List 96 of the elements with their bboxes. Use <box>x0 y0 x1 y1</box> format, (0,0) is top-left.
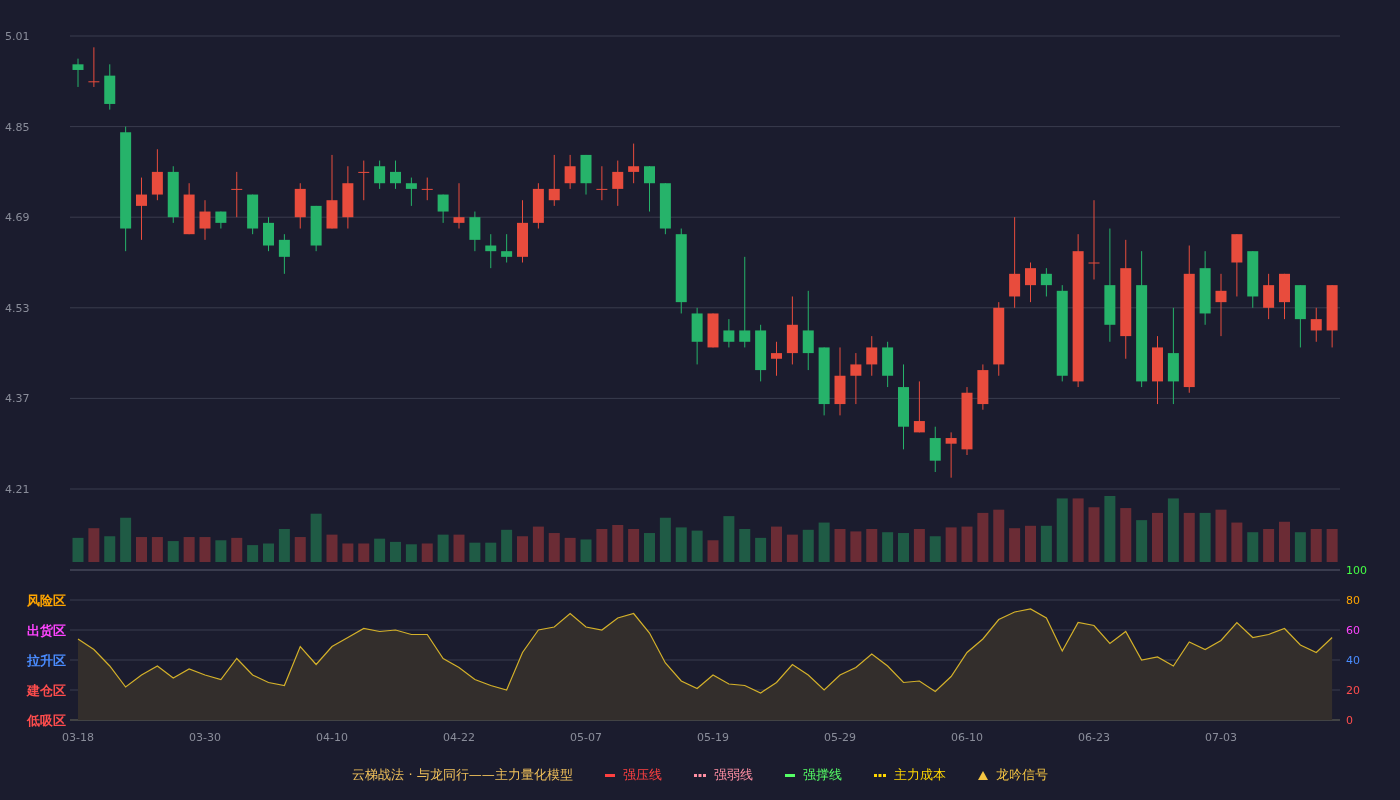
candlestick <box>913 380 925 433</box>
zone-label: 风险区 <box>26 593 66 608</box>
candlestick <box>786 296 798 365</box>
candlestick <box>580 154 592 196</box>
legend-label: 强压线 <box>622 766 662 785</box>
candlestick <box>532 182 544 229</box>
date-label: 06-10 <box>951 731 983 744</box>
axis-label: 80 <box>1346 594 1360 607</box>
axis-label: 4.69 <box>5 211 30 225</box>
candlestick <box>818 346 830 416</box>
date-label: 04-22 <box>443 731 475 744</box>
date-label: 05-07 <box>570 731 602 744</box>
candlestick <box>1025 262 1036 303</box>
candlestick <box>151 148 163 201</box>
axis-label: 4.53 <box>5 301 30 315</box>
candlestick <box>961 386 973 456</box>
candlestick <box>1040 267 1052 297</box>
candlestick <box>1294 284 1306 348</box>
candlestick <box>612 160 624 207</box>
candlestick <box>263 216 274 252</box>
candlestick <box>501 233 513 263</box>
candlestick <box>517 199 528 263</box>
candlestick <box>278 233 290 275</box>
candlestick <box>866 335 878 377</box>
candlestick <box>1279 273 1290 320</box>
candlestick <box>723 318 735 348</box>
candlestick <box>548 154 560 207</box>
candlestick <box>755 324 767 382</box>
candlestick <box>421 177 433 201</box>
legend-label: 强弱线 <box>713 766 753 785</box>
date-label: 03-30 <box>189 731 221 744</box>
candlestick <box>136 177 147 241</box>
candlestick <box>247 194 259 235</box>
candlestick <box>1247 250 1259 309</box>
candlestick <box>1310 307 1322 343</box>
candlestick <box>596 165 608 201</box>
axis-label: 4.37 <box>5 392 30 406</box>
candlestick <box>199 199 211 241</box>
candlestick <box>374 160 386 190</box>
candlestick <box>358 160 370 201</box>
date-label: 07-03 <box>1205 731 1237 744</box>
zone-label: 建仓区 <box>26 683 66 698</box>
candlestick <box>707 312 719 348</box>
legend-label: 强撑线 <box>802 766 842 785</box>
legend-label: 主力成本 <box>893 766 946 785</box>
candlestick <box>231 171 243 218</box>
candlestick <box>929 426 941 473</box>
candlestick <box>437 194 449 224</box>
candlestick <box>167 165 179 224</box>
candlestick <box>644 165 655 213</box>
zone-label: 拉升区 <box>26 653 66 668</box>
axis-label: 100 <box>1346 564 1367 577</box>
legend-title: 云梯战法 · 与龙同行——主力量化模型 <box>352 766 573 785</box>
candlestick <box>72 58 84 88</box>
date-label: 04-10 <box>316 731 348 744</box>
candlestick <box>771 341 782 377</box>
candlestick <box>310 205 322 252</box>
axis-label: 5.01 <box>5 30 30 43</box>
candlestick <box>945 431 957 479</box>
candlestick <box>453 182 465 229</box>
candlestick <box>977 363 989 411</box>
axis-label: 60 <box>1346 624 1360 637</box>
candlestick <box>1263 273 1275 320</box>
candlestick <box>564 154 576 190</box>
candlestick <box>485 233 497 269</box>
candlestick <box>1152 335 1163 405</box>
candlestick <box>390 160 401 190</box>
axis-label: 40 <box>1346 654 1360 667</box>
candlestick <box>88 46 100 88</box>
candlestick <box>405 177 417 207</box>
candlestick <box>659 182 671 235</box>
zone-label: 出货区 <box>26 623 66 638</box>
axis-label: 20 <box>1346 684 1360 697</box>
candlestick <box>691 307 703 365</box>
axis-label: 0 <box>1346 714 1353 727</box>
date-label: 03-18 <box>62 731 94 744</box>
candlestick <box>183 182 195 235</box>
zone-label: 低吸区 <box>26 713 66 728</box>
candlestick <box>1231 233 1243 297</box>
candlestick <box>104 63 116 111</box>
date-label: 06-23 <box>1078 731 1110 744</box>
candlestick <box>628 143 640 184</box>
axis-label: 4.21 <box>5 483 30 494</box>
candlestick <box>1215 273 1227 337</box>
date-label: 05-19 <box>697 731 729 744</box>
candlestick <box>342 165 354 229</box>
candlestick <box>1326 284 1338 348</box>
candlestick <box>882 341 894 388</box>
candlestick <box>834 346 846 416</box>
candlestick <box>215 211 227 229</box>
candlestick <box>469 211 481 252</box>
candlestick <box>850 352 862 405</box>
axis-label: 4.85 <box>5 120 30 134</box>
date-label: 05-29 <box>824 731 856 744</box>
candlestick <box>294 182 306 229</box>
legend-label: 龙吟信号 <box>995 766 1048 785</box>
